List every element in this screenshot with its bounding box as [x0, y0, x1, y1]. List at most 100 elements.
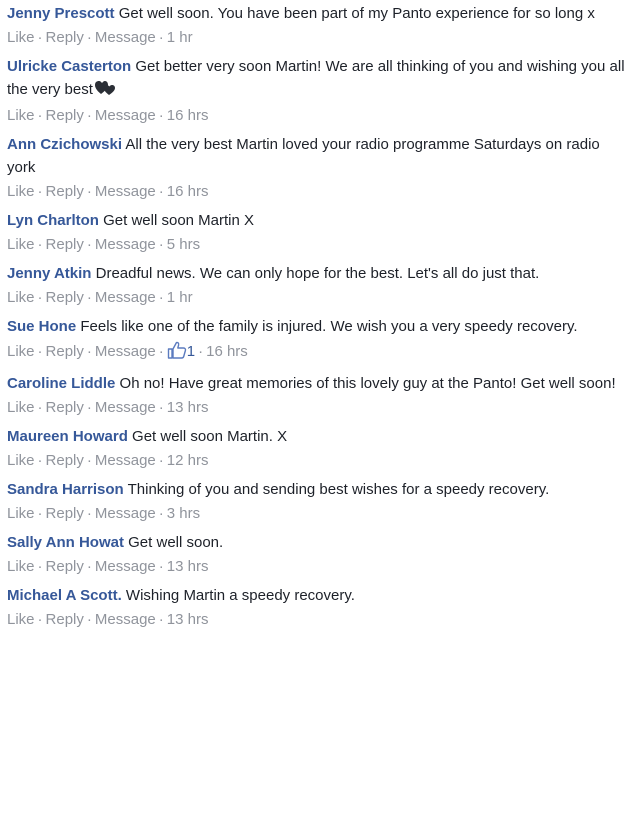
separator: ·: [86, 558, 92, 575]
comment-list: Jenny Prescott Get well soon. You have b…: [0, 0, 640, 630]
timestamp[interactable]: 3 hrs: [167, 505, 200, 522]
like-count[interactable]: 1: [187, 343, 195, 360]
commenter-name[interactable]: Ann Czichowski: [7, 136, 122, 153]
comment-actions: Like · Reply · Message · 1 hr: [7, 288, 632, 308]
separator: ·: [158, 343, 164, 360]
separator: ·: [158, 452, 164, 469]
comment: Michael A Scott. Wishing Martin a speedy…: [0, 584, 640, 630]
comment: Sally Ann Howat Get well soon. Like · Repl…: [0, 531, 640, 577]
separator: ·: [37, 29, 43, 46]
like-link[interactable]: Like: [7, 236, 35, 253]
comment-actions: Like · Reply · Message · 13 hrs: [7, 610, 632, 630]
reply-link[interactable]: Reply: [46, 343, 84, 360]
comment: Jenny Atkin Dreadful news. We can only h…: [0, 262, 640, 308]
separator: ·: [86, 452, 92, 469]
separator: ·: [86, 29, 92, 46]
like-link[interactable]: Like: [7, 107, 35, 124]
comment-actions: Like · Reply · Message · 3 hrs: [7, 504, 632, 524]
separator: ·: [37, 558, 43, 575]
message-link[interactable]: Message: [95, 183, 156, 200]
commenter-name[interactable]: Michael A Scott.: [7, 587, 122, 604]
commenter-name[interactable]: Sandra Harrison: [7, 481, 124, 498]
like-link[interactable]: Like: [7, 343, 35, 360]
like-link[interactable]: Like: [7, 289, 35, 306]
separator: ·: [37, 183, 43, 200]
reply-link[interactable]: Reply: [46, 289, 84, 306]
timestamp[interactable]: 13 hrs: [167, 611, 209, 628]
commenter-name[interactable]: Ulricke Casterton: [7, 58, 131, 75]
timestamp[interactable]: 16 hrs: [167, 107, 209, 124]
like-link[interactable]: Like: [7, 183, 35, 200]
reply-link[interactable]: Reply: [46, 505, 84, 522]
message-link[interactable]: Message: [95, 289, 156, 306]
thumbs-up-icon[interactable]: [167, 341, 187, 365]
timestamp[interactable]: 1 hr: [167, 289, 193, 306]
comment-actions: Like · Reply · Message · 13 hrs: [7, 398, 632, 418]
commenter-name[interactable]: Caroline Liddle: [7, 375, 115, 392]
timestamp[interactable]: 1 hr: [167, 29, 193, 46]
comment: Jenny Prescott Get well soon. You have b…: [0, 2, 640, 48]
reply-link[interactable]: Reply: [46, 452, 84, 469]
separator: ·: [158, 611, 164, 628]
separator: ·: [158, 107, 164, 124]
separator: ·: [86, 343, 92, 360]
timestamp[interactable]: 12 hrs: [167, 452, 209, 469]
comment-actions: Like · Reply · Message · 16 hrs: [7, 182, 632, 202]
comment: Ulricke Casterton Get better very soon M…: [0, 55, 640, 126]
message-link[interactable]: Message: [95, 107, 156, 124]
reply-link[interactable]: Reply: [46, 399, 84, 416]
separator: ·: [158, 505, 164, 522]
reply-link[interactable]: Reply: [46, 183, 84, 200]
commenter-name[interactable]: Jenny Prescott: [7, 5, 115, 22]
reply-link[interactable]: Reply: [46, 107, 84, 124]
timestamp[interactable]: 16 hrs: [206, 343, 248, 360]
separator: ·: [158, 183, 164, 200]
message-link[interactable]: Message: [95, 452, 156, 469]
like-link[interactable]: Like: [7, 29, 35, 46]
comment: Sandra Harrison Thinking of you and send…: [0, 478, 640, 524]
commenter-name[interactable]: Lyn Charlton: [7, 212, 99, 229]
separator: ·: [86, 236, 92, 253]
separator: ·: [158, 236, 164, 253]
commenter-name[interactable]: Sally Ann Howat: [7, 534, 124, 551]
comment-text: Wishing Martin a speedy recovery.: [125, 587, 355, 604]
timestamp[interactable]: 16 hrs: [167, 183, 209, 200]
reply-link[interactable]: Reply: [46, 29, 84, 46]
separator: ·: [158, 289, 164, 306]
like-link[interactable]: Like: [7, 505, 35, 522]
like-link[interactable]: Like: [7, 452, 35, 469]
reply-link[interactable]: Reply: [46, 236, 84, 253]
comment: Ann Czichowski All the very best Martin …: [0, 133, 640, 202]
reply-link[interactable]: Reply: [46, 558, 84, 575]
comment-text: Dreadful news. We can only hope for the …: [95, 265, 540, 282]
like-link[interactable]: Like: [7, 399, 35, 416]
comment-text: Get well soon Martin X: [103, 212, 255, 229]
like-link[interactable]: Like: [7, 611, 35, 628]
separator: ·: [37, 343, 43, 360]
message-link[interactable]: Message: [95, 236, 156, 253]
timestamp[interactable]: 13 hrs: [167, 558, 209, 575]
timestamp[interactable]: 5 hrs: [167, 236, 200, 253]
separator: ·: [86, 289, 92, 306]
commenter-name[interactable]: Jenny Atkin: [7, 265, 91, 282]
comment: Sue Hone Feels like one of the family is…: [0, 315, 640, 365]
message-link[interactable]: Message: [95, 343, 156, 360]
message-link[interactable]: Message: [95, 29, 156, 46]
comment-actions: Like · Reply · Message · 12 hrs: [7, 451, 632, 471]
separator: ·: [86, 183, 92, 200]
separator: ·: [158, 29, 164, 46]
message-link[interactable]: Message: [95, 558, 156, 575]
comment-actions: Like · Reply · Message · 1 · 16 hrs: [7, 341, 632, 365]
comment-text: Get well soon. You have been part of my …: [118, 5, 595, 22]
timestamp[interactable]: 13 hrs: [167, 399, 209, 416]
commenter-name[interactable]: Maureen Howard: [7, 428, 128, 445]
message-link[interactable]: Message: [95, 505, 156, 522]
comment: Maureen Howard Get well soon Martin. X L…: [0, 425, 640, 471]
like-link[interactable]: Like: [7, 558, 35, 575]
comment-text: Thinking of you and sending best wishes …: [127, 481, 550, 498]
reply-link[interactable]: Reply: [46, 611, 84, 628]
commenter-name[interactable]: Sue Hone: [7, 318, 76, 335]
message-link[interactable]: Message: [95, 399, 156, 416]
comment: Lyn Charlton Get well soon Martin X Like…: [0, 209, 640, 255]
message-link[interactable]: Message: [95, 611, 156, 628]
